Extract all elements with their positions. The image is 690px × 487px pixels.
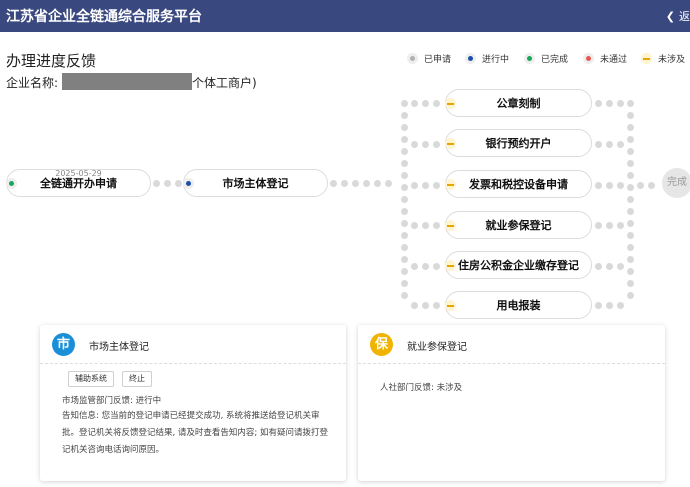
connector-dots [330, 180, 392, 187]
back-button[interactable]: ❮ 返 [666, 8, 690, 24]
status-dot-icon [524, 53, 535, 64]
top-bar: 江苏省企业全链通综合服务平台 ❮ 返 [0, 0, 690, 32]
assist-system-button[interactable]: 辅助系统 [68, 371, 114, 387]
node-label: 市场主体登记 [222, 177, 289, 190]
legend-completed: 已完成 [524, 52, 568, 65]
node-label: 全链通开办申请 [40, 177, 117, 190]
connector-dots [595, 182, 624, 189]
legend-label: 进行中 [482, 55, 510, 65]
back-label: 返 [679, 10, 690, 23]
connector-dots [153, 180, 182, 187]
flow-node-start[interactable]: 2025-05-29 全链通开办申请 [6, 169, 151, 197]
notice-line: 告知信息: 您当前的登记申请已经提交成功, 系统将推送给登记机关审 [62, 411, 320, 421]
company-name: 企业名称: 个体工商户) [6, 73, 257, 91]
status-not-involved-icon [445, 300, 456, 311]
status-dot-icon [407, 53, 418, 64]
connector-dots [595, 100, 624, 107]
redacted-company-name [62, 73, 193, 90]
flow-node-bank-account[interactable]: 银行预约开户 [445, 129, 592, 157]
page-title: 办理进度反馈 [6, 52, 97, 70]
status-not-involved-icon [445, 138, 456, 149]
status-dash-icon [641, 53, 652, 64]
flow-node-social-insurance[interactable]: 就业参保登记 [445, 211, 592, 239]
company-suffix: 个体工商户) [192, 76, 257, 90]
terminate-button[interactable]: 终止 [122, 371, 152, 387]
status-not-involved-icon [445, 260, 456, 271]
legend-in-progress: 进行中 [465, 52, 509, 65]
status-dot-icon [465, 53, 476, 64]
notice-line: 批。登记机关将反馈登记结果, 请及时查看告知内容; 如有疑问请拨打登 [62, 428, 328, 438]
flow-node-seal[interactable]: 公章刻制 [445, 89, 592, 117]
final-label: 完成 [667, 177, 687, 188]
card-header: 保 就业参保登记 [358, 325, 665, 364]
connector-dots [595, 263, 624, 270]
flow-node-housing-fund[interactable]: 住房公积金企业缴存登记 [445, 251, 592, 279]
card-social-insurance: 保 就业参保登记 人社部门反馈: 未涉及 [358, 325, 665, 481]
legend-not-involved: 未涉及 [641, 52, 685, 65]
connector-dots [411, 302, 440, 309]
node-label: 住房公积金企业缴存登记 [458, 259, 579, 272]
connector-dots [411, 222, 440, 229]
legend-label: 已完成 [541, 55, 569, 65]
feedback-line: 人社部门反馈: 未涉及 [380, 383, 463, 393]
status-in-progress-icon [183, 178, 194, 189]
feedback-line: 市场监管部门反馈: 进行中 [62, 396, 162, 406]
flow-node-final: 完成 [662, 168, 690, 198]
node-label: 就业参保登记 [485, 219, 552, 232]
status-completed-icon [6, 178, 17, 189]
connector-dots [595, 141, 624, 148]
connector-dots [411, 100, 440, 107]
legend-rejected: 未通过 [583, 52, 627, 65]
card-title: 就业参保登记 [407, 342, 467, 353]
status-not-involved-icon [445, 220, 456, 231]
card-registration: 市 市场主体登记 辅助系统 终止 市场监管部门反馈: 进行中 告知信息: 您当前… [40, 325, 346, 481]
status-dot-icon [583, 53, 594, 64]
legend-label: 未涉及 [658, 55, 686, 65]
node-date: 2025-05-29 [55, 169, 102, 178]
flow-node-registration[interactable]: 市场主体登记 [183, 169, 328, 197]
card-header: 市 市场主体登记 [40, 325, 346, 364]
chevron-left-icon: ❮ [665, 10, 675, 23]
connector-dots [411, 263, 440, 270]
legend-applied: 已申请 [407, 52, 451, 65]
connector-dots [637, 182, 655, 189]
insurance-badge-icon: 保 [370, 333, 393, 356]
node-label: 用电报装 [496, 299, 541, 312]
status-not-involved-icon [445, 98, 456, 109]
node-label: 银行预约开户 [485, 137, 552, 150]
status-not-involved-icon [445, 179, 456, 190]
connector-dots [411, 141, 440, 148]
company-label: 企业名称: [6, 76, 59, 90]
legend-label: 已申请 [424, 55, 452, 65]
node-label: 公章刻制 [496, 97, 541, 110]
market-badge-icon: 市 [52, 333, 75, 356]
app-title: 江苏省企业全链通综合服务平台 [6, 9, 202, 25]
card-title: 市场主体登记 [89, 342, 149, 353]
legend-label: 未通过 [600, 55, 628, 65]
branch-left-rail [401, 100, 408, 299]
flow-node-electricity[interactable]: 用电报装 [445, 291, 592, 319]
flow-node-invoice[interactable]: 发票和税控设备申请 [445, 170, 592, 198]
branch-right-rail [627, 100, 634, 299]
node-label: 发票和税控设备申请 [469, 178, 568, 191]
connector-dots [411, 182, 440, 189]
connector-dots [595, 302, 624, 309]
connector-dots [595, 222, 624, 229]
notice-line: 记机关咨询电话询问原因。 [62, 445, 165, 455]
